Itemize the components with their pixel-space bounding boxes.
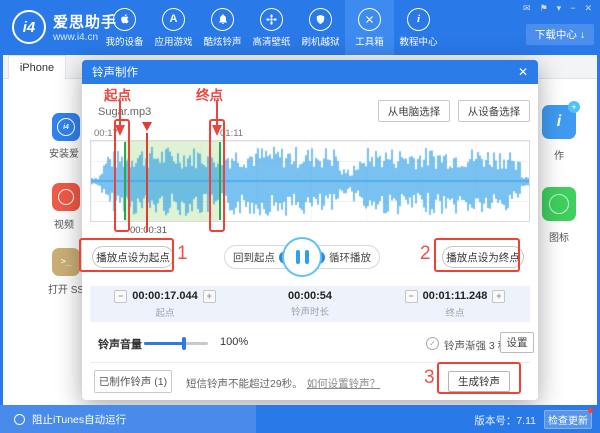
choose-from-device-button[interactable]: 从设备选择 xyxy=(458,100,530,122)
appstore-icon: A xyxy=(162,8,185,31)
update-notification-dot xyxy=(588,408,593,413)
install-i4-app-icon[interactable]: i4 xyxy=(52,113,80,141)
version-text: 版本号：7.11 xyxy=(474,413,536,428)
bell-icon xyxy=(211,8,234,31)
playhead-marker-icon[interactable] xyxy=(142,122,152,131)
fade-in-checkbox[interactable]: ✓ xyxy=(426,337,439,350)
selection-end-line[interactable] xyxy=(219,142,221,220)
ssh-app-icon[interactable]: >_ xyxy=(52,248,80,276)
block-itunes-toggle[interactable]: 阻止iTunes自动运行 xyxy=(0,405,256,433)
end-plus-button[interactable]: + xyxy=(492,290,505,303)
wave-start-time: 00:17 xyxy=(94,128,118,139)
nav-item-apps-games[interactable]: A 应用游戏 xyxy=(149,0,198,55)
nav-item-wallpapers[interactable]: 高清壁纸 xyxy=(247,0,296,55)
ringtone-maker-dialog: 铃声制作 ✕ Sugar.mp3 从电脑选择 从设备选择 00:17 01:11… xyxy=(82,60,538,400)
ringtone-hint: 短信铃声不能超过29秒。如何设置铃声？ xyxy=(186,376,380,391)
feedback-icon[interactable]: ✉ xyxy=(523,3,531,14)
dialog-title: 铃声制作 xyxy=(92,64,138,80)
volume-slider-thumb[interactable] xyxy=(182,337,186,350)
check-update-button[interactable]: 检查更新 xyxy=(544,410,592,429)
content-area: iPhone i4 安装爱 视频 >_ 打开 SS i + 作 图标 铃声制作 … xyxy=(0,55,600,405)
start-minus-button[interactable]: − xyxy=(114,290,127,303)
playhead-line[interactable] xyxy=(146,133,148,232)
volume-slider[interactable] xyxy=(144,342,208,345)
ringtone-make-app-icon[interactable]: i + xyxy=(542,105,576,139)
volume-value: 100% xyxy=(220,336,248,348)
fix-icon-label: 图标 xyxy=(542,229,576,244)
selection-start-line[interactable] xyxy=(124,142,126,220)
start-time-label: 起点 xyxy=(155,305,174,319)
playhead-time: 00:00:31 xyxy=(130,225,167,236)
ringtone-make-label: 作 xyxy=(542,147,576,162)
toolbox-icon xyxy=(358,8,381,31)
titlebar: i4 爱思助手 www.i4.cn 我的设备 A 应用游戏 酷炫铃声 xyxy=(0,0,600,55)
duration-label: 铃声时长 xyxy=(291,304,329,318)
dialog-header: 铃声制作 ✕ xyxy=(82,60,538,84)
generate-ringtone-button[interactable]: 生成铃声 xyxy=(448,371,510,392)
end-time-value: 00:01:11.248 xyxy=(423,290,488,302)
start-plus-button[interactable]: + xyxy=(203,290,216,303)
end-minus-button[interactable]: − xyxy=(405,290,418,303)
window-controls: ✉ ⚑ ▾ − ✕ xyxy=(523,3,592,14)
fade-in-label: 铃声渐强 3 秒 xyxy=(444,338,508,353)
nav-item-ringtones[interactable]: 酷炫铃声 xyxy=(198,0,247,55)
pause-button[interactable] xyxy=(282,237,322,277)
plus-badge-icon: + xyxy=(568,101,580,113)
nav-item-toolbox[interactable]: 工具箱 xyxy=(345,0,394,55)
window-border-left xyxy=(0,55,3,405)
jailbreak-icon xyxy=(309,8,332,31)
fade-settings-button[interactable]: 设置 xyxy=(500,332,534,353)
i4-logo-icon: i4 xyxy=(12,10,46,44)
start-time-value: 00:00:17.044 xyxy=(132,290,197,302)
statusbar: 阻止iTunes自动运行 版本号：7.11 检查更新 xyxy=(0,405,600,433)
how-to-set-ringtone-link[interactable]: 如何设置铃声？ xyxy=(307,378,381,390)
close-icon[interactable]: ✕ xyxy=(584,3,592,14)
fix-icon-app-icon[interactable] xyxy=(542,187,576,221)
app-window: i4 爱思助手 www.i4.cn 我的设备 A 应用游戏 酷炫铃声 xyxy=(0,0,600,433)
info-icon: i xyxy=(407,8,430,31)
download-center-button[interactable]: 下载中心 ↓ xyxy=(526,24,594,45)
nav-item-jailbreak[interactable]: 刷机越狱 xyxy=(296,0,345,55)
duration-value: 00:00:54 xyxy=(288,290,332,302)
waveform-panel[interactable] xyxy=(90,140,530,222)
time-summary-row: − 00:00:17.044 + 起点 00:00:54 铃声时长 − 00:0… xyxy=(90,286,530,322)
terminal-icon: >_ xyxy=(61,257,72,267)
choose-from-pc-button[interactable]: 从电脑选择 xyxy=(378,100,450,122)
wallpaper-icon xyxy=(260,8,283,31)
divider xyxy=(90,362,530,363)
waveform-canvas[interactable] xyxy=(91,141,529,221)
radio-icon xyxy=(14,414,25,425)
volume-label: 铃声音量 xyxy=(98,336,142,352)
player-controls: 回到起点 ← ✓ 循环播放 xyxy=(224,245,380,269)
minimize-icon[interactable]: − xyxy=(570,3,575,14)
set-start-point-button[interactable]: 播放点设为起点 xyxy=(92,246,174,268)
skin-icon[interactable]: ⚑ xyxy=(540,3,548,14)
end-time-label: 终点 xyxy=(445,305,464,319)
nav-item-tutorials[interactable]: i 教程中心 xyxy=(394,0,443,55)
download-arrow-icon: ↓ xyxy=(580,29,585,41)
set-end-point-button[interactable]: 播放点设为终点 xyxy=(442,246,524,268)
tab-iphone[interactable]: iPhone xyxy=(8,55,66,79)
wave-end-time: 01:11 xyxy=(220,128,243,139)
apple-icon xyxy=(113,8,136,31)
made-ringtones-button[interactable]: 已制作铃声 (1) xyxy=(94,370,172,393)
video-app-icon[interactable] xyxy=(52,183,80,211)
nav-item-my-devices[interactable]: 我的设备 xyxy=(100,0,149,55)
dialog-close-icon[interactable]: ✕ xyxy=(518,65,528,79)
file-name: Sugar.mp3 xyxy=(98,106,151,118)
menu-icon[interactable]: ▾ xyxy=(557,3,562,14)
main-nav: 我的设备 A 应用游戏 酷炫铃声 高清壁纸 xyxy=(100,0,443,55)
